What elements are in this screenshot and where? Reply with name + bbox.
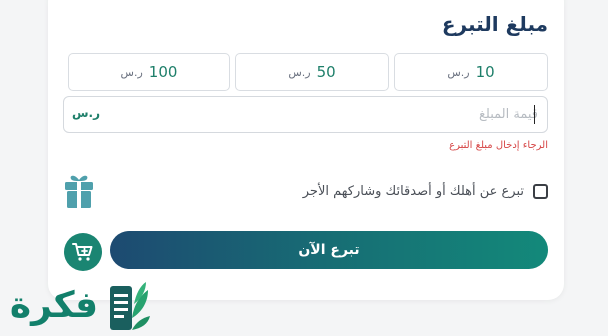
share-checkbox[interactable] [533,184,548,199]
amount-currency: ر.س [120,65,143,79]
amount-currency: ر.س [447,65,470,79]
share-reward-option[interactable]: تبرع عن أهلك أو أصدقائك وشاركهم الأجر [303,184,548,199]
amount-error-message: الرجاء إدخال مبلغ التبرع [449,140,548,151]
amount-option-10[interactable]: ر.س 10 [394,53,548,91]
add-to-cart-icon [72,243,93,261]
amount-value: 50 [316,63,336,81]
custom-amount-field: ر.س [63,96,548,133]
amount-options: ر.س 10 ر.س 50 ر.س 100 [68,53,548,91]
amount-value: 10 [475,63,495,81]
share-label: تبرع عن أهلك أو أصدقائك وشاركهم الأجر [302,184,524,199]
donation-amount-title: مبلغ التبرع [441,12,548,36]
add-to-cart-button[interactable] [64,233,102,271]
amount-value: 100 [148,63,178,81]
text-caret [534,105,535,124]
watermark-text: فكرة [9,285,99,326]
gift-icon[interactable] [64,173,94,209]
document-leaf-icon [110,282,150,330]
donate-now-button[interactable]: تبرع الآن [110,231,548,269]
watermark-logo: فكرة [0,272,160,336]
amount-currency: ر.س [288,65,311,79]
amount-option-100[interactable]: ر.س 100 [68,53,230,91]
input-currency-label: ر.س [72,106,101,120]
amount-option-50[interactable]: ر.س 50 [235,53,389,91]
custom-amount-input[interactable] [104,97,544,132]
